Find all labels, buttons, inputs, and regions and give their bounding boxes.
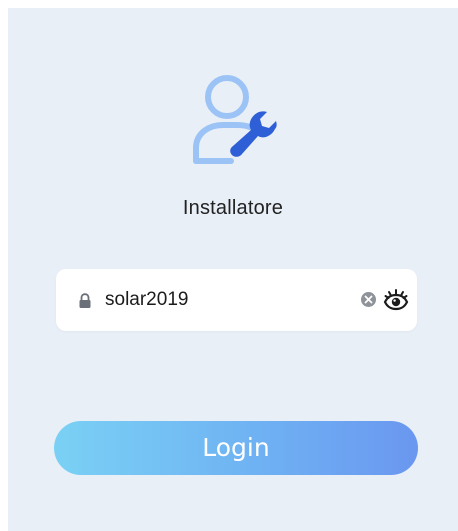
password-field[interactable]: solar2019 — [56, 269, 417, 331]
installer-avatar-icon — [191, 71, 281, 167]
role-label: Installatore — [182, 197, 284, 219]
password-value[interactable]: solar2019 — [105, 288, 188, 312]
login-screen: Installatore solar2019 Login — [8, 8, 458, 531]
login-button[interactable]: Login — [54, 421, 418, 475]
clear-circle-icon[interactable] — [360, 291, 377, 308]
wrench-icon — [230, 111, 277, 157]
eye-icon[interactable] — [383, 286, 409, 312]
lock-icon — [78, 293, 92, 309]
